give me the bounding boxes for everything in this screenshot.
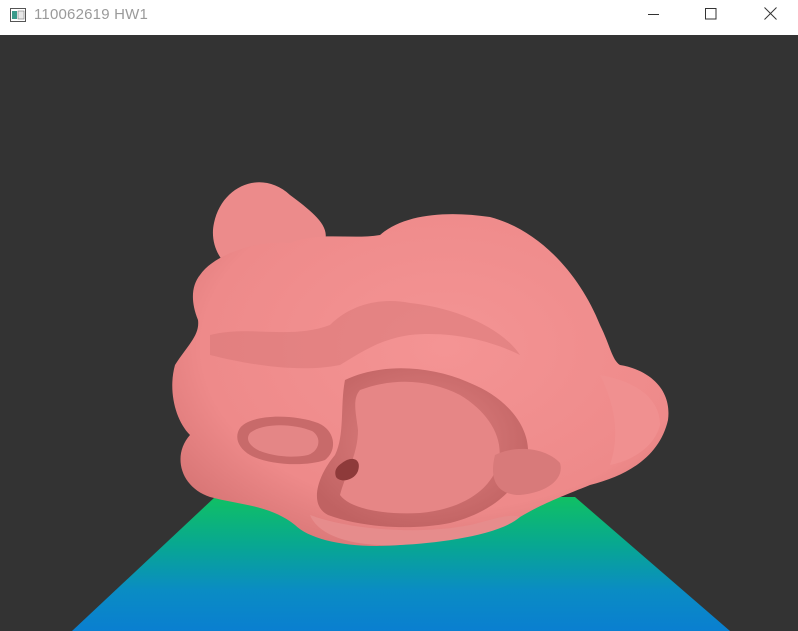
maximize-icon: [705, 7, 717, 25]
maximize-button[interactable]: [688, 0, 734, 32]
close-icon: [763, 7, 777, 25]
app-window: 110062619 HW1: [0, 0, 798, 631]
close-button[interactable]: [747, 0, 793, 32]
scene-canvas: [72, 182, 730, 631]
minimize-button[interactable]: [631, 0, 677, 32]
3d-model-mesh: [172, 182, 669, 546]
title-bar[interactable]: 110062619 HW1: [0, 0, 798, 32]
window-title: 110062619 HW1: [34, 6, 149, 23]
app-window-icon: [10, 8, 26, 22]
minimize-icon: [648, 7, 660, 25]
render-viewport[interactable]: [0, 35, 798, 631]
